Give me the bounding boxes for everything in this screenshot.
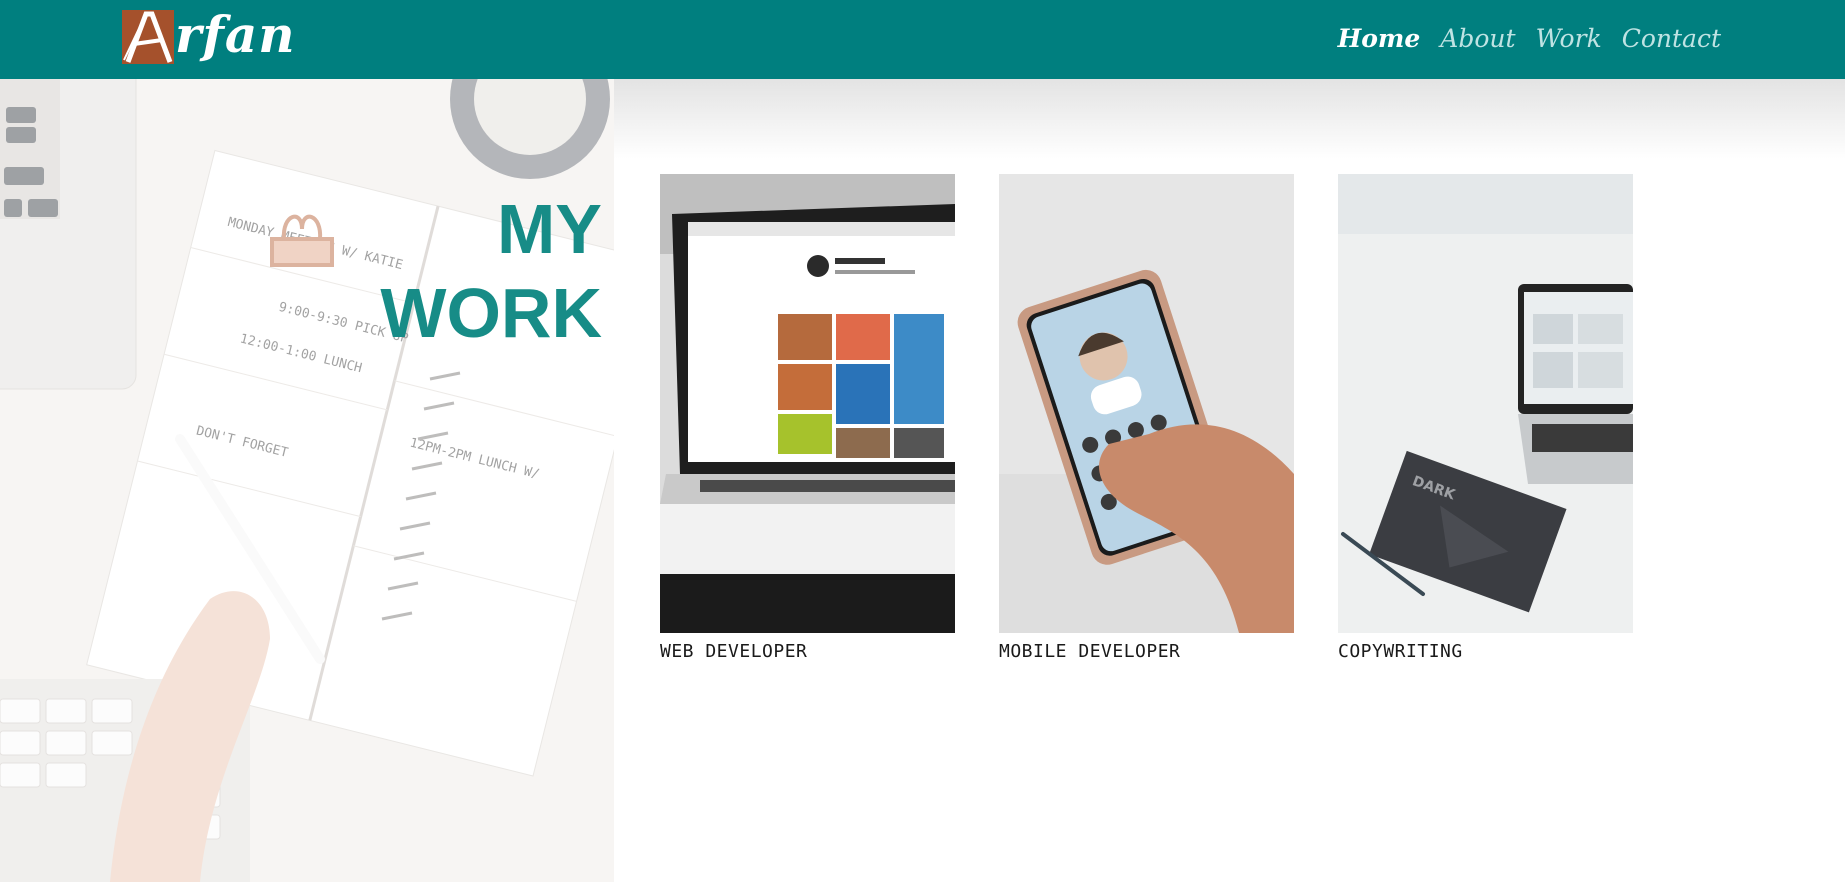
page-title-line2: WORK [380, 274, 602, 352]
page-title: MY WORK [380, 187, 602, 355]
work-grid: WEB DEVELOPER MOBILE DEVELOPER DARK COPY… [660, 174, 1633, 662]
nav-link-contact[interactable]: Contact [1622, 24, 1721, 53]
work-card-copywriting[interactable]: DARK COPYWRITING [1338, 174, 1633, 662]
nav-link-home[interactable]: Home [1338, 24, 1421, 53]
work-card-image[interactable] [660, 174, 955, 633]
work-card-web-developer[interactable]: WEB DEVELOPER [660, 174, 955, 662]
section-shadow [614, 79, 1845, 159]
work-card-image[interactable] [999, 174, 1294, 633]
nav-link-work[interactable]: Work [1536, 24, 1602, 53]
work-card-mobile-developer[interactable]: MOBILE DEVELOPER [999, 174, 1294, 662]
brand-logo[interactable]: rfan [122, 5, 322, 68]
nav-link-about[interactable]: About [1440, 24, 1515, 53]
logo-mark [122, 10, 174, 64]
navbar: rfan Home About Work Contact [0, 0, 1845, 79]
logo-text: rfan [175, 5, 296, 64]
work-card-label: COPYWRITING [1338, 641, 1463, 662]
page-title-line1: MY [497, 190, 602, 268]
main-nav: Home About Work Contact [1338, 18, 1721, 58]
work-card-label: MOBILE DEVELOPER [999, 641, 1181, 662]
hero-panel: MONDAY MEETING W/ KATIE 9:00-9:30 PICK U… [0, 79, 614, 882]
work-card-label: WEB DEVELOPER [660, 641, 808, 662]
work-card-image[interactable]: DARK [1338, 174, 1633, 633]
